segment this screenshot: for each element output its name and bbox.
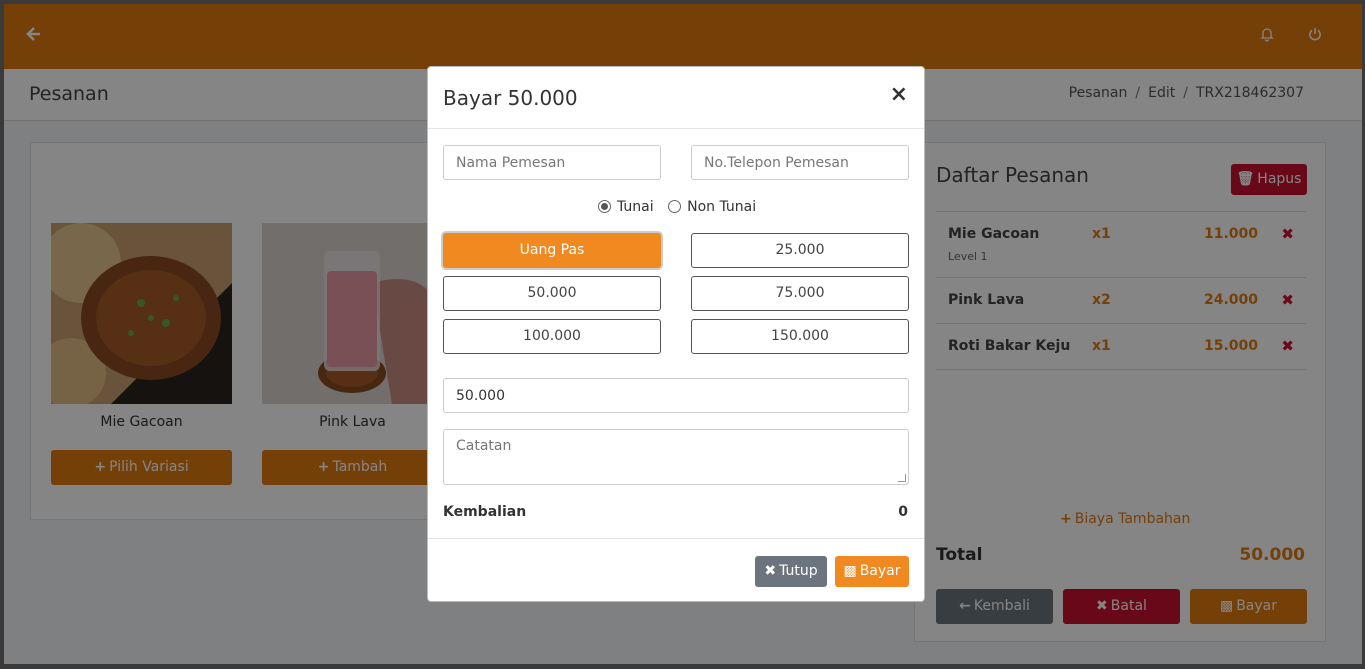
amount-button[interactable]: 50.000 bbox=[443, 276, 661, 311]
amount-button[interactable]: 25.000 bbox=[691, 233, 909, 268]
resize-handle-icon[interactable] bbox=[898, 474, 906, 482]
tutup-button[interactable]: ✖ Tutup bbox=[755, 556, 827, 587]
radio-tunai[interactable]: Tunai bbox=[598, 199, 654, 215]
radio-checked-icon bbox=[598, 200, 611, 213]
radio-non-tunai[interactable]: Non Tunai bbox=[668, 199, 756, 215]
amount-paid-input[interactable] bbox=[443, 378, 909, 413]
catatan-textarea[interactable]: Catatan bbox=[443, 429, 909, 485]
modal-title: Bayar 50.000 bbox=[443, 86, 578, 110]
radio-unchecked-icon bbox=[668, 200, 682, 213]
close-icon: ✖ bbox=[764, 563, 777, 579]
kembalian-label: Kembalian bbox=[443, 504, 527, 520]
close-icon[interactable]: × bbox=[890, 83, 908, 107]
amount-button[interactable]: 75.000 bbox=[691, 276, 909, 311]
amount-button[interactable]: 150.000 bbox=[691, 319, 909, 354]
modal-footer: ✖ Tutup ▩ Bayar bbox=[428, 538, 924, 602]
amount-uang-pas-button[interactable]: Uang Pas bbox=[443, 233, 661, 268]
modal-bayar-button[interactable]: ▩ Bayar bbox=[835, 556, 909, 587]
payment-modal: Bayar 50.000 × Tunai Non Tunai Uang Pas … bbox=[427, 66, 925, 602]
money-icon: ▩ bbox=[843, 563, 857, 579]
kembalian-value: 0 bbox=[898, 504, 908, 520]
modal-header: Bayar 50.000 × bbox=[428, 67, 924, 129]
amount-button[interactable]: 100.000 bbox=[443, 319, 661, 354]
telepon-pemesan-input[interactable] bbox=[691, 145, 909, 180]
payment-method-group: Tunai Non Tunai bbox=[598, 199, 766, 215]
nama-pemesan-input[interactable] bbox=[443, 145, 661, 180]
